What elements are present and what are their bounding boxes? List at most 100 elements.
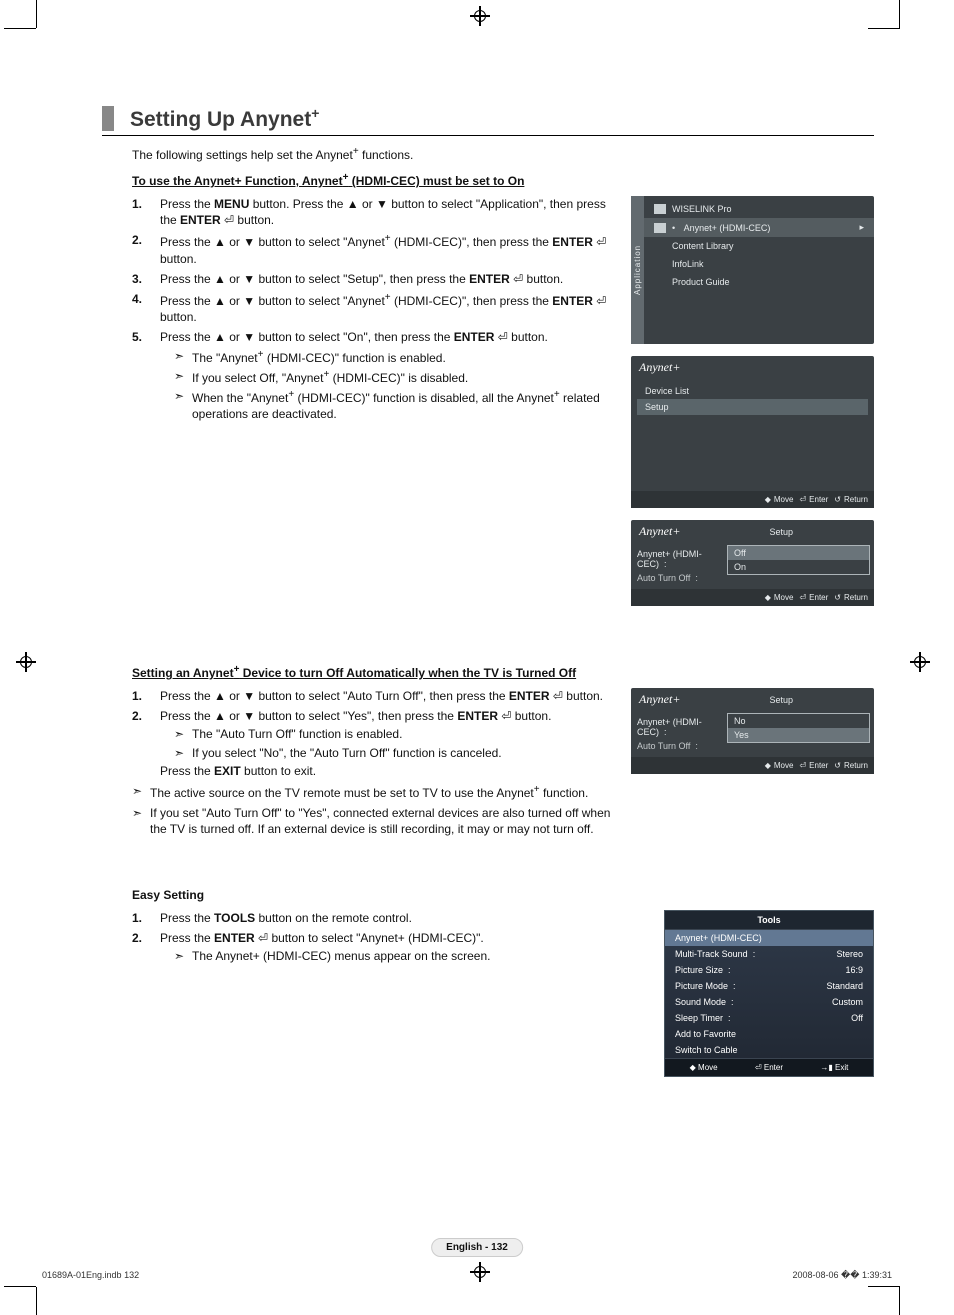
tools-row[interactable]: Add to Favorite [665, 1026, 873, 1042]
osd-item-label: Anynet+ (HDMI-CEC) [684, 223, 771, 233]
intro-text: The following settings help set the Anyn… [132, 146, 874, 162]
crop-mark [868, 28, 900, 29]
footer-left: 01689A-01Eng.indb 132 [42, 1270, 139, 1281]
osd-setting-label: Auto Turn Off : [637, 571, 717, 585]
step-item: 3.Press the ▲ or ▼ button to select "Set… [132, 271, 617, 287]
osd-brand: Anynet+ [631, 520, 688, 543]
osd-setup-title: Setup [688, 524, 874, 540]
tools-row[interactable]: Switch to Cable [665, 1042, 873, 1058]
osd-menu-item[interactable]: Device List [637, 383, 868, 399]
note-text: The active source on the TV remote must … [150, 783, 588, 801]
osd-brand: Anynet+ [631, 356, 874, 379]
step-item: 5.Press the ▲ or ▼ button to select "On"… [132, 329, 617, 424]
step-number: 1. [132, 910, 150, 926]
osd-setting-label: Anynet+ (HDMI-CEC) : [637, 715, 717, 739]
crop-mark [899, 0, 900, 28]
step-item: 2.Press the ▲ or ▼ button to select "Any… [132, 232, 617, 266]
osd-option-item[interactable]: No [728, 714, 869, 728]
content-area: Setting Up Anynet+ The following setting… [102, 106, 874, 1225]
subnote-text: When the "Anynet+ (HDMI-CEC)" function i… [192, 388, 617, 422]
tools-row[interactable]: Sleep Timer :Off [665, 1010, 873, 1026]
osd-anynet-list: Anynet+ Device ListSetup ◆ Move ⏎ Enter … [631, 356, 874, 508]
page-number-badge: English - 132 [431, 1238, 523, 1257]
osd-option-item[interactable]: Off [728, 546, 869, 560]
tools-value: 16:9 [845, 965, 863, 975]
registration-mark-icon [16, 652, 36, 672]
tools-value: Custom [832, 997, 863, 1007]
step-text: Press the MENU button. Press the ▲ or ▼ … [160, 196, 617, 228]
step-text: Press the ENTER ⏎ button to select "Anyn… [160, 930, 617, 966]
crop-mark [899, 1287, 900, 1315]
tools-value: Stereo [836, 949, 863, 959]
app-icon [654, 223, 666, 233]
subnote-text: If you select Off, "Anynet+ (HDMI-CEC)" … [192, 368, 468, 386]
step-number: 2. [132, 708, 150, 779]
osd-option-item[interactable]: On [728, 560, 869, 574]
step-item: 1.Press the ▲ or ▼ button to select "Aut… [132, 688, 617, 704]
arrow-icon: ➣ [174, 388, 186, 422]
enter-hint: ⏎ Enter [799, 495, 828, 504]
arrow-icon: ➣ [174, 948, 186, 964]
tools-row[interactable]: Picture Mode : Standard [665, 978, 873, 994]
subnote-text: The Anynet+ (HDMI-CEC) menus appear on t… [192, 948, 490, 964]
osd-menu-item[interactable]: Setup [637, 399, 868, 415]
osd-setup-autoturnoff: Anynet+ Setup Anynet+ (HDMI-CEC) :Auto T… [631, 688, 874, 774]
osd-menu-item[interactable]: WISELINK Pro [644, 200, 874, 218]
print-footer: 01689A-01Eng.indb 132 2008-08-06 �� 1:39… [42, 1270, 892, 1281]
step-item: 1.Press the TOOLS button on the remote c… [132, 910, 617, 926]
tools-row[interactable]: Multi-Track Sound :Stereo [665, 946, 873, 962]
osd-application-menu: Application WISELINK Pro• Anynet+ (HDMI-… [631, 196, 874, 344]
step-text: Press the ▲ or ▼ button to select "Anyne… [160, 232, 617, 266]
step-text: Press the ▲ or ▼ button to select "Anyne… [160, 291, 617, 325]
arrow-icon: ➣ [132, 783, 144, 801]
tools-row[interactable]: Picture Size :16:9 [665, 962, 873, 978]
title-plus: + [311, 105, 319, 121]
tools-row[interactable]: Sound Mode : Custom [665, 994, 873, 1010]
step-number: 3. [132, 271, 150, 287]
tools-row[interactable]: Anynet+ (HDMI-CEC) [665, 930, 873, 946]
osd-menu-item[interactable]: • Anynet+ (HDMI-CEC)▸ [644, 218, 874, 237]
subnote-text: If you select "No", the "Auto Turn Off" … [192, 745, 502, 761]
tools-value: Standard [826, 981, 863, 991]
step-subnote: ➣When the "Anynet+ (HDMI-CEC)" function … [174, 388, 617, 422]
osd-menu-item[interactable]: InfoLink [644, 255, 874, 273]
page-root: Setting Up Anynet+ The following setting… [0, 0, 954, 1315]
tools-label: Picture Mode : [675, 981, 736, 991]
section3-steps: 1.Press the TOOLS button on the remote c… [132, 910, 617, 967]
step-item: 2. Press the ENTER ⏎ button to select "An… [132, 930, 617, 966]
tools-title: Tools [665, 911, 873, 930]
osd-setup-hdmi: Anynet+ Setup Anynet+ (HDMI-CEC) :Auto T… [631, 520, 874, 606]
step-subnote: ➣ The "Anynet+ (HDMI-CEC)" function is en… [174, 348, 617, 366]
return-hint: ↺ Return [834, 761, 868, 770]
osd-menu-item[interactable]: Product Guide [644, 273, 874, 291]
step-item: 1.Press the MENU button. Press the ▲ or … [132, 196, 617, 228]
subnote-text: The "Auto Turn Off" function is enabled. [192, 726, 402, 742]
arrow-icon: ➣ [174, 348, 186, 366]
step-subnote: ➣The "Auto Turn Off" function is enabled… [174, 726, 617, 742]
registration-mark-icon [470, 6, 490, 26]
tools-label: Add to Favorite [675, 1029, 736, 1039]
osd-item-label: Content Library [672, 241, 734, 251]
osd-item-label: InfoLink [672, 259, 704, 269]
osd-option-item[interactable]: Yes [728, 728, 869, 742]
arrow-icon: ➣ [174, 368, 186, 386]
subnote-text: The "Anynet+ (HDMI-CEC)" function is ena… [192, 348, 446, 366]
move-hint: ◆ Move [765, 761, 794, 770]
osd-item-label: Product Guide [672, 277, 730, 287]
crop-mark [4, 28, 36, 29]
step-number: 2. [132, 930, 150, 966]
step-subnote: ➣ If you select Off, "Anynet+ (HDMI-CEC)"… [174, 368, 617, 386]
arrow-icon: ➣ [132, 805, 144, 837]
exit-line: Press the EXIT button to exit. [160, 763, 617, 779]
osd-footer: ◆ Move ⏎ Enter ↺ Return [631, 757, 874, 774]
tools-value: Off [851, 1013, 863, 1023]
osd-menu-item[interactable]: Content Library [644, 237, 874, 255]
osd-setting-label: Anynet+ (HDMI-CEC) : [637, 547, 717, 571]
tools-label: Sound Mode : [675, 997, 734, 1007]
osd-footer: ◆ Move ⏎ Enter ↺ Return [631, 491, 874, 508]
arrow-icon: ➣ [174, 745, 186, 761]
section3-heading: Easy Setting [132, 888, 874, 902]
step-text: Press the ▲ or ▼ button to select "Yes",… [160, 708, 617, 779]
return-hint: ↺ Return [834, 495, 868, 504]
title-text: Setting Up Anynet [130, 108, 311, 131]
